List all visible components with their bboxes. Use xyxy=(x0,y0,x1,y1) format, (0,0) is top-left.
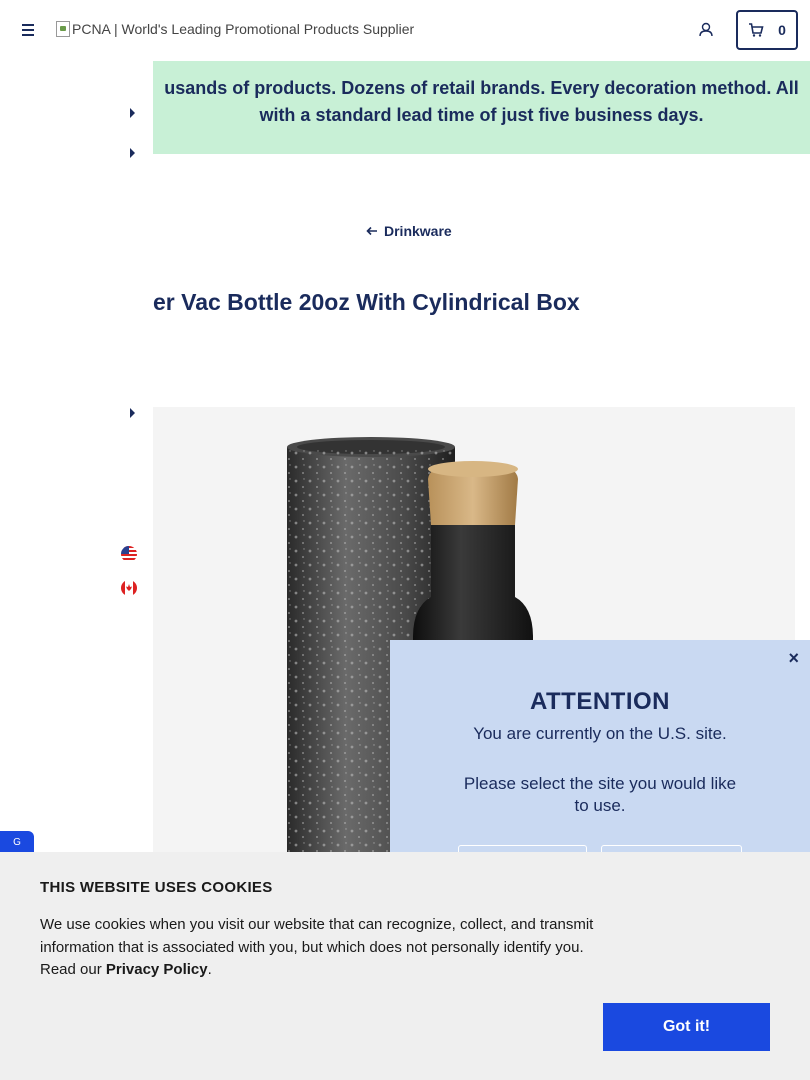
rail-arrow-icon[interactable] xyxy=(130,108,135,118)
us-flag-icon[interactable] xyxy=(121,546,137,562)
promo-banner: usands of products. Dozens of retail bra… xyxy=(153,61,810,154)
side-tab-label: G xyxy=(13,836,21,848)
rail-arrow-icon[interactable] xyxy=(130,408,135,418)
site-header: PCNA | World's Leading Promotional Produ… xyxy=(0,0,810,61)
cookie-text-end: . xyxy=(207,961,212,978)
got-it-button[interactable]: Got it! xyxy=(603,1003,770,1051)
product-title: er Vac Bottle 20oz With Cylindrical Box xyxy=(153,289,580,315)
rail-arrow-icon[interactable] xyxy=(130,148,135,158)
cookie-text: We use cookies when you visit our websit… xyxy=(40,914,610,982)
breadcrumb[interactable]: Drinkware xyxy=(366,223,452,239)
cookie-heading: THIS WEBSITE USES COOKIES xyxy=(40,879,273,896)
modal-heading: ATTENTION xyxy=(529,688,671,715)
promo-line-1: usands of products. Dozens of retail bra… xyxy=(164,78,799,98)
promo-line-2: with a standard lead time of just five b… xyxy=(259,105,704,125)
close-icon[interactable]: × xyxy=(788,648,799,669)
account-icon[interactable] xyxy=(697,21,715,39)
promo-text: usands of products. Dozens of retail bra… xyxy=(153,75,810,129)
cart-icon xyxy=(749,23,764,37)
breadcrumb-label: Drinkware xyxy=(384,223,452,239)
modal-current-site-text: You are currently on the U.S. site. xyxy=(473,724,727,743)
side-feedback-tab[interactable]: G xyxy=(0,831,34,853)
cart-count: 0 xyxy=(778,22,786,38)
cart-button[interactable]: 0 xyxy=(736,10,798,50)
privacy-policy-link[interactable]: Privacy Policy xyxy=(106,961,208,978)
cookie-consent-banner: THIS WEBSITE USES COOKIES We use cookies… xyxy=(0,852,810,1080)
logo-alt-text: PCNA | World's Leading Promotional Produ… xyxy=(72,21,415,37)
canada-flag-icon[interactable] xyxy=(121,580,137,596)
modal-instruction-text: Please select the site you would like to… xyxy=(463,774,737,815)
hamburger-menu-icon[interactable] xyxy=(18,20,40,40)
broken-image-icon xyxy=(56,21,70,37)
site-selection-modal: × ATTENTION You are currently on the U.S… xyxy=(390,640,810,865)
arrow-left-icon xyxy=(366,226,377,236)
site-logo[interactable]: PCNA | World's Leading Promotional Produ… xyxy=(56,21,414,37)
